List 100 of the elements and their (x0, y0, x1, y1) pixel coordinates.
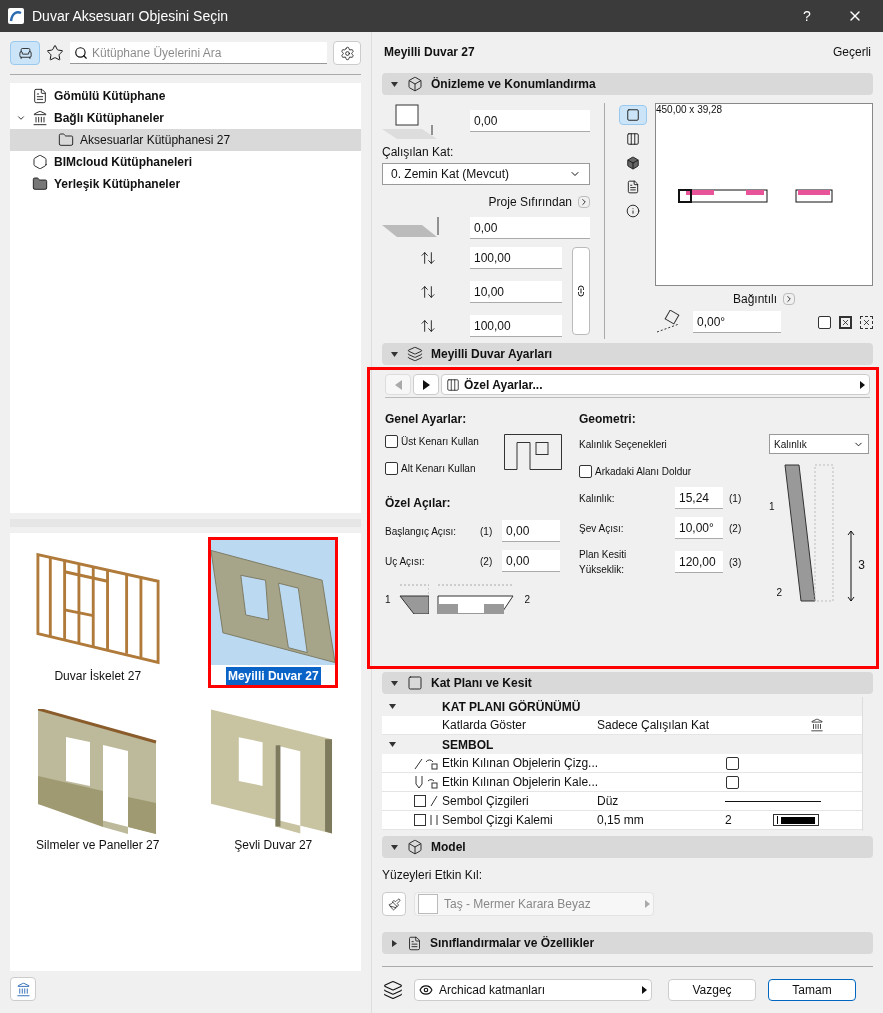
group-title: Özel Açılar: (385, 495, 452, 512)
section-header[interactable]: Önizleme ve Konumlandırma (382, 73, 873, 95)
link-icon (575, 285, 587, 297)
property-label: Sembol Çizgileri (442, 793, 530, 810)
chevron-icon[interactable] (16, 113, 26, 123)
section-title: Kat Planı ve Kesit (431, 675, 532, 692)
input-field[interactable]: 0,00 (470, 217, 590, 239)
tree-item[interactable]: Yerleşik Kütüphaneler (10, 173, 361, 195)
cube-icon (407, 76, 423, 92)
material-swatch (418, 894, 438, 914)
property-label: Etkin Kılınan Objelerin Kale... (442, 774, 600, 791)
input-field[interactable]: 10,00 (470, 281, 562, 303)
library-file-icon (32, 88, 48, 104)
brush-icon (387, 897, 401, 911)
item-label: Duvar İskelet 27 (53, 668, 143, 685)
group-caret-icon[interactable] (388, 740, 397, 749)
star-icon[interactable] (46, 44, 64, 62)
input-field[interactable]: 10,00° (675, 517, 723, 539)
library-item[interactable]: Şevli Duvar 27 (208, 706, 339, 857)
section-header[interactable]: Meyilli Duvar Ayarları (382, 343, 873, 365)
cancel-button[interactable]: Vazgeç (668, 979, 756, 1001)
item-label: Silmeler ve Paneller 27 (35, 837, 161, 854)
settings-icon (339, 45, 355, 61)
page-dropdown[interactable]: Özel Ayarlar... (441, 374, 870, 395)
library-item[interactable]: Silmeler ve Paneller 27 (32, 706, 163, 857)
caret-icon[interactable] (390, 938, 399, 948)
input-field[interactable]: 100,00 (470, 247, 562, 269)
input-field[interactable]: 0,00 (502, 550, 560, 572)
window-title: Duvar Aksesuarı Objesini Seçin (32, 6, 230, 26)
folder-icon (58, 132, 74, 148)
input-field[interactable]: 0,00 (502, 520, 560, 542)
mirror-icon[interactable] (839, 315, 852, 329)
layers-icon (382, 980, 404, 1000)
hexagon-icon (32, 154, 48, 170)
object-name: Meyilli Duvar 27 (384, 44, 475, 61)
tree-item[interactable]: Gömülü Kütüphane (10, 85, 361, 107)
tree-item[interactable]: BIMcloud Kütüphaneleri (10, 151, 361, 173)
pen-number: 2 (725, 812, 733, 829)
search-field[interactable]: Kütüphane Üyelerini Ara (70, 42, 327, 64)
tree-item[interactable]: Bağlı Kütüphaneler (10, 107, 361, 129)
forward-button[interactable] (413, 374, 439, 395)
input-field[interactable]: 15,24 (675, 487, 723, 509)
checkbox[interactable] (726, 756, 739, 770)
library-item[interactable]: Meyilli Duvar 27 (208, 537, 339, 688)
checkbox[interactable] (385, 462, 398, 475)
settings-button[interactable] (333, 41, 361, 65)
view-button[interactable] (619, 105, 647, 125)
right-triangle-icon (422, 379, 430, 390)
input-field[interactable]: 120,00 (675, 551, 723, 573)
pen-sample (773, 814, 819, 826)
help-button[interactable]: ? (787, 5, 827, 27)
settings-panel-icon (407, 346, 423, 362)
caret-icon[interactable] (390, 678, 399, 688)
checkbox[interactable] (385, 435, 398, 448)
ok-button[interactable]: Tamam (768, 979, 856, 1001)
list-icon (626, 180, 640, 194)
cube-icon (407, 839, 423, 855)
input-field[interactable]: 0,00° (693, 311, 781, 333)
input-field[interactable]: 0,00 (470, 110, 590, 132)
height-dimension-icon (846, 530, 857, 602)
property-label: Etkin Kılınan Objelerin Çizg... (442, 755, 600, 772)
thickness-dropdown[interactable]: Kalınlık (769, 434, 869, 454)
section-title: Meyilli Duvar Ayarları (431, 346, 553, 363)
input-field[interactable]: 100,00 (470, 315, 562, 337)
tree-item[interactable]: Aksesuarlar Kütüphanesi 27 (10, 129, 361, 151)
section-header[interactable]: Kat Planı ve Kesit (382, 672, 873, 694)
pen-icon (430, 814, 438, 826)
section-title: Model (431, 839, 466, 856)
mirror-icon[interactable] (860, 315, 873, 329)
section-header[interactable]: Sınıflandırmalar ve Özellikler (382, 932, 873, 954)
right-triangle-icon (645, 900, 650, 908)
chevron-icon[interactable] (578, 196, 590, 208)
story-dropdown[interactable]: 0. Zemin Kat (Mevcut) (382, 163, 590, 185)
floor-plan-icon (407, 675, 423, 691)
checkbox[interactable] (726, 775, 739, 789)
chevron-icon[interactable] (783, 293, 795, 305)
checkbox[interactable] (818, 315, 831, 329)
field-label: Uç Açısı: (385, 554, 426, 569)
library-item[interactable]: Duvar İskelet 27 (32, 537, 163, 688)
reference-number: (3) (729, 555, 742, 570)
caret-icon[interactable] (390, 349, 399, 359)
paint-button[interactable] (382, 892, 406, 916)
library-manager-button[interactable] (10, 977, 36, 1001)
library-icon (32, 110, 48, 126)
caret-icon[interactable] (390, 79, 399, 89)
property-value: Düz (597, 793, 620, 810)
property-value: Sadece Çalışılan Kat (597, 717, 711, 734)
right-triangle-icon (642, 986, 647, 994)
checkbox[interactable] (579, 465, 592, 478)
diagram-number: 1 (769, 500, 775, 514)
object-type-button[interactable] (10, 41, 40, 65)
size-label: 450,00 x 39,28 (656, 104, 724, 116)
group-caret-icon[interactable] (388, 702, 397, 711)
group-title: Geometri: (579, 411, 637, 428)
layer-dropdown[interactable]: Archicad katmanları (414, 979, 652, 1001)
info-icon (626, 204, 640, 218)
pen-icon (414, 775, 438, 789)
field-label: Plan Kesiti Yükseklik: (579, 548, 628, 577)
group-title: KAT PLANI GÖRÜNÜMÜ (442, 698, 581, 716)
section-title: Sınıflandırmalar ve Özellikler (430, 935, 595, 952)
